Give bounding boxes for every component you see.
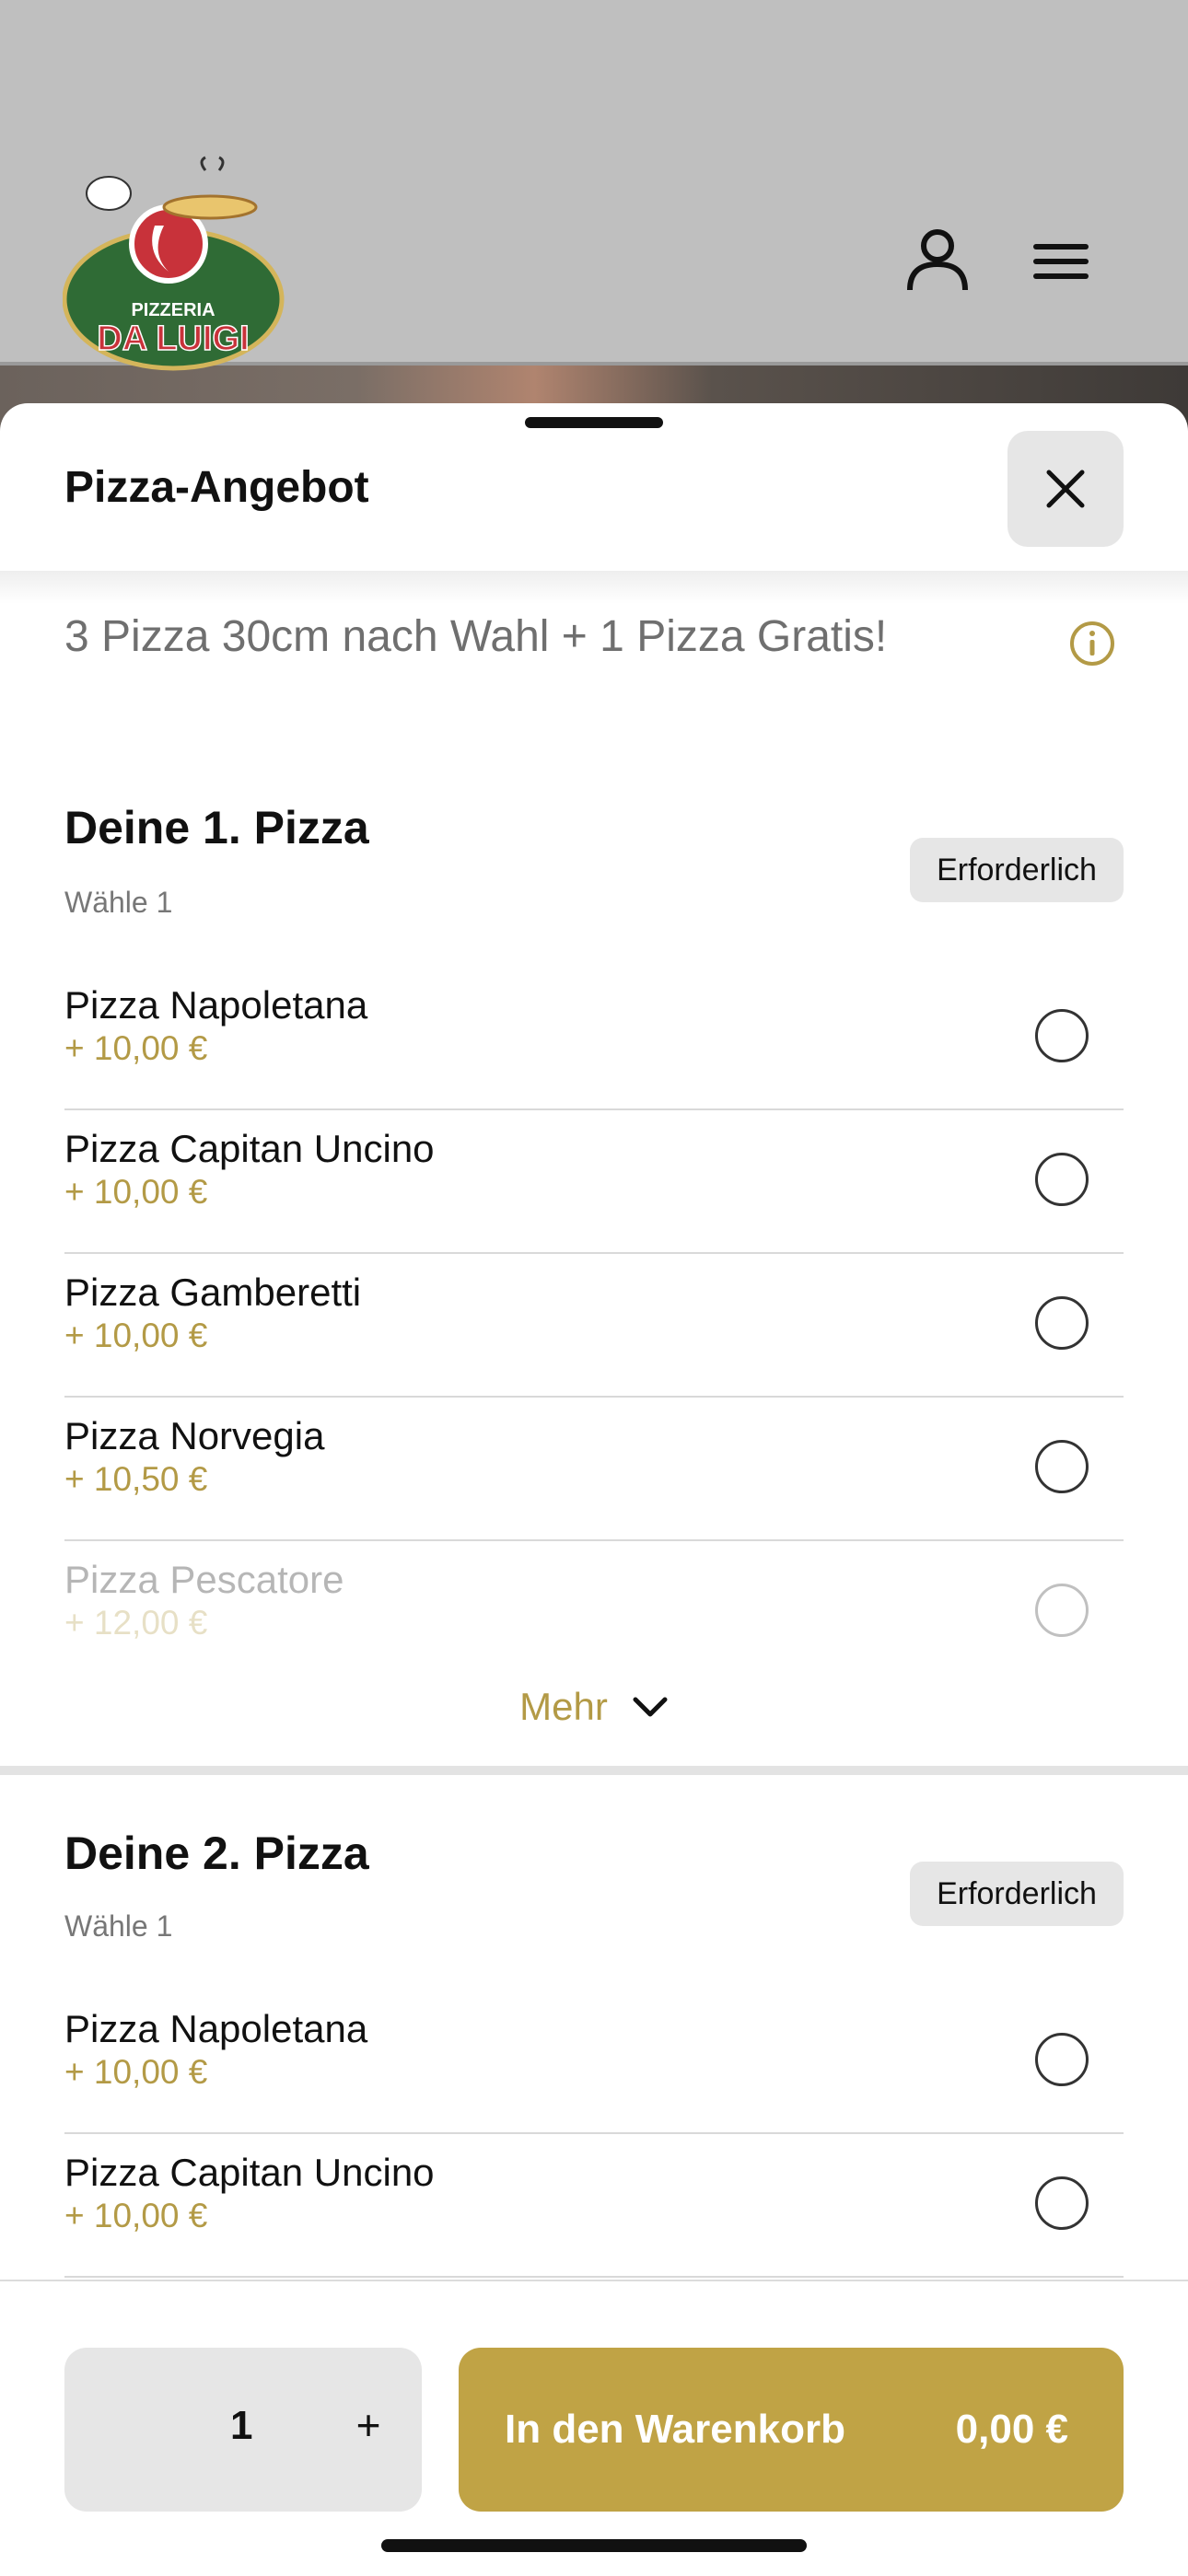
- option-radio[interactable]: [1035, 2176, 1089, 2230]
- option-row[interactable]: Pizza Napoletana + 10,00 €: [64, 967, 1124, 1110]
- option-radio[interactable]: [1035, 1296, 1089, 1350]
- required-badge: Erforderlich: [910, 1862, 1124, 1926]
- quantity-value: 1: [230, 2403, 253, 2448]
- hamburger-menu-icon[interactable]: [1030, 226, 1100, 296]
- offer-description: 3 Pizza 30cm nach Wahl + 1 Pizza Gratis!: [64, 612, 888, 661]
- logo-text-bottom: DA LUIGI: [97, 319, 249, 358]
- sheet-grabber[interactable]: [525, 417, 663, 428]
- close-icon: [1046, 470, 1085, 508]
- logo-text-top: PIZZERIA: [131, 300, 215, 320]
- option-row[interactable]: Pizza Norvegia + 10,50 €: [64, 1398, 1124, 1541]
- option-radio[interactable]: [1035, 1153, 1089, 1206]
- group-2-subtitle: Wähle 1: [64, 1909, 173, 1943]
- group-1-title: Deine 1. Pizza: [64, 802, 369, 853]
- add-to-cart-label: In den Warenkorb: [505, 2407, 845, 2452]
- option-row[interactable]: Pizza Gamberetti + 10,00 €: [64, 1254, 1124, 1398]
- pizzeria-logo[interactable]: PIZZERIA DA LUIGI: [63, 152, 289, 373]
- home-indicator[interactable]: [381, 2539, 807, 2552]
- info-icon[interactable]: [1068, 620, 1116, 667]
- group-2-title: Deine 2. Pizza: [64, 1828, 369, 1879]
- title-divider: [0, 571, 1188, 604]
- cart-footer: 1 + In den Warenkorb 0,00 €: [0, 2280, 1188, 2576]
- option-price: + 10,00 €: [64, 1029, 208, 1067]
- option-name: Pizza Capitan Uncino: [64, 1127, 435, 1170]
- option-radio[interactable]: [1035, 1584, 1089, 1637]
- cart-total-price: 0,00 €: [955, 2407, 1068, 2452]
- option-name: Pizza Napoletana: [64, 2007, 368, 2050]
- option-price: + 10,00 €: [64, 2053, 208, 2091]
- quantity-stepper[interactable]: 1 +: [64, 2348, 422, 2512]
- option-price: + 10,00 €: [64, 2197, 208, 2234]
- option-price: + 10,00 €: [64, 1173, 208, 1211]
- row-divider: [64, 2276, 1124, 2278]
- option-row[interactable]: Pizza Napoletana + 10,00 €: [64, 1990, 1124, 2134]
- option-price: + 12,00 €: [64, 1604, 208, 1642]
- option-price: + 10,50 €: [64, 1460, 208, 1498]
- option-name: Pizza Capitan Uncino: [64, 2151, 435, 2194]
- option-radio[interactable]: [1035, 2033, 1089, 2086]
- close-button[interactable]: [1007, 431, 1124, 547]
- option-name: Pizza Pescatore: [64, 1558, 344, 1601]
- required-badge: Erforderlich: [910, 838, 1124, 902]
- group-1-subtitle: Wähle 1: [64, 886, 173, 919]
- add-to-cart-button[interactable]: In den Warenkorb 0,00 €: [459, 2348, 1124, 2512]
- option-radio[interactable]: [1035, 1440, 1089, 1493]
- person-icon[interactable]: [903, 226, 973, 296]
- sheet-title: Pizza-Angebot: [64, 463, 369, 512]
- option-radio[interactable]: [1035, 1009, 1089, 1062]
- option-price: + 10,00 €: [64, 1317, 208, 1354]
- more-label: Mehr: [519, 1685, 608, 1728]
- option-name: Pizza Norvegia: [64, 1414, 325, 1457]
- option-name: Pizza Gamberetti: [64, 1271, 362, 1314]
- increase-quantity-button[interactable]: +: [341, 2397, 396, 2453]
- offer-sheet: Pizza-Angebot 3 Pizza 30cm nach Wahl + 1…: [0, 403, 1188, 2574]
- option-row[interactable]: Pizza Pescatore + 12,00 €: [64, 1541, 1124, 1652]
- section-separator: [0, 1766, 1188, 1775]
- option-row[interactable]: Pizza Capitan Uncino + 10,00 €: [64, 2134, 1124, 2278]
- chevron-down-icon: [633, 1697, 668, 1717]
- option-row[interactable]: Pizza Capitan Uncino + 10,00 €: [64, 1110, 1124, 1254]
- more-button[interactable]: Mehr: [0, 1685, 1188, 1729]
- option-name: Pizza Napoletana: [64, 983, 368, 1027]
